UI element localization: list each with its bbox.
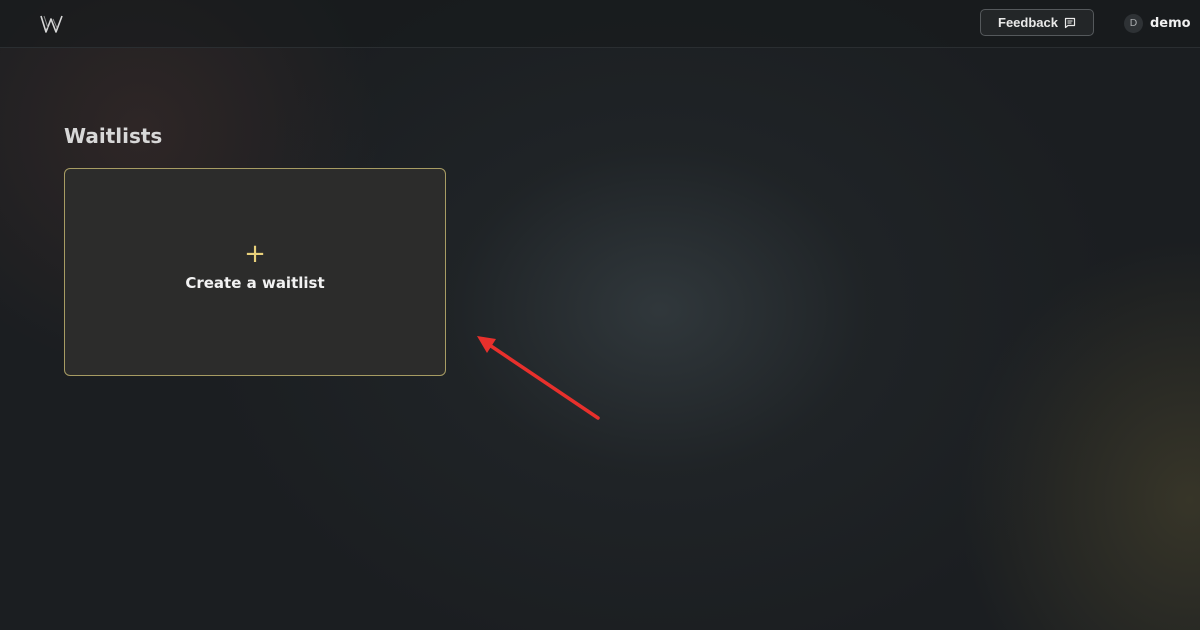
feedback-button-label: Feedback <box>998 15 1058 30</box>
feedback-button[interactable]: Feedback <box>980 9 1094 36</box>
create-waitlist-card[interactable]: + Create a waitlist <box>64 168 446 376</box>
create-waitlist-label: Create a waitlist <box>185 274 325 292</box>
avatar: D <box>1124 14 1143 33</box>
message-square-icon <box>1064 17 1076 29</box>
plus-icon: + <box>244 239 266 269</box>
page-title: Waitlists <box>64 124 163 148</box>
top-navigation-bar: Feedback D demo <box>0 0 1200 48</box>
user-menu[interactable]: D demo <box>1124 14 1191 33</box>
username: demo <box>1150 16 1191 31</box>
w-logo-icon[interactable] <box>40 13 64 35</box>
